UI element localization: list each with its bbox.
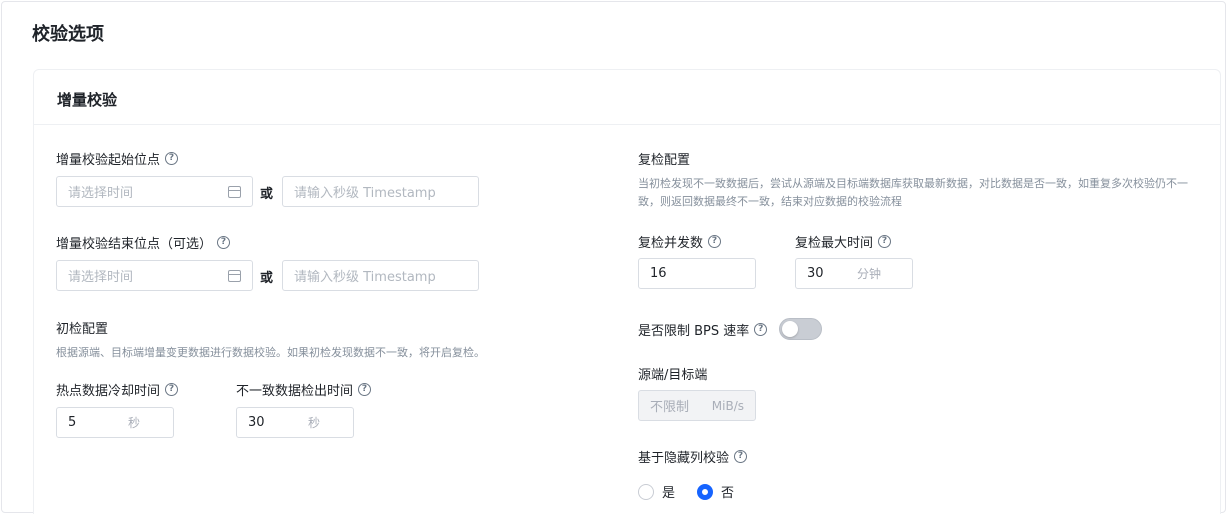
or-label: 或 [260,187,274,202]
initial-check-title: 初检配置 [56,322,109,337]
calendar-icon [228,185,241,198]
recheck-max-time-label: 复检最大时间 ? [795,232,892,251]
help-icon[interactable]: ? [358,383,372,396]
help-icon[interactable]: ? [708,235,722,248]
or-label: 或 [260,271,274,286]
card-title: 增量校验 [57,91,118,109]
recheck-max-time-input[interactable]: 30 分钟 [795,258,913,289]
toggle-knob [782,321,798,337]
src-dst-rate-input[interactable]: 不限制 MiB/s [638,390,756,421]
end-position-label: 增量校验结束位点（可选） ? [56,233,231,252]
end-timestamp-input[interactable]: 请输入秒级 Timestamp [282,260,479,291]
bps-limit-toggle[interactable] [779,318,822,340]
bps-limit-label: 是否限制 BPS 速率 ? [638,320,768,339]
card-header: 增量校验 [34,70,1220,125]
page-title: 校验选项 [32,24,104,45]
incremental-check-card: 增量校验 [33,69,1221,514]
end-time-picker[interactable]: 请选择时间 [56,260,253,291]
recheck-desc: 当初检发现不一致数据后，尝试从源端及目标端数据库获取最新数据，对比数据是否一致，… [638,177,1188,208]
hidden-col-radio-group: 是 否 [638,482,748,501]
src-dst-label: 源端/目标端 [638,368,708,383]
help-icon[interactable]: ? [217,236,231,249]
hot-cooldown-label: 热点数据冷却时间 ? [56,380,179,399]
help-icon[interactable]: ? [165,152,179,165]
recheck-concurrency-input[interactable]: 16 [638,258,756,289]
recheck-title: 复检配置 [638,153,691,168]
calendar-icon [228,269,241,282]
help-icon[interactable]: ? [878,235,892,248]
recheck-concurrency-label: 复检并发数 ? [638,232,722,251]
inconsistent-time-label: 不一致数据检出时间 ? [236,380,372,399]
start-position-label: 增量校验起始位点 ? [56,149,179,168]
help-icon[interactable]: ? [734,450,748,463]
hidden-col-label: 基于隐藏列校验 ? [638,447,748,466]
start-timestamp-input[interactable]: 请输入秒级 Timestamp [282,176,479,207]
options-panel: 校验选项 增量校验 增量校验起始位点 ? 请选择时间 或 请输入秒级 Times… [1,1,1226,514]
radio-yes[interactable] [638,483,654,500]
inconsistent-time-input[interactable]: 30 秒 [236,407,354,438]
help-icon[interactable]: ? [754,323,768,336]
start-time-picker[interactable]: 请选择时间 [56,176,253,207]
radio-no[interactable] [697,483,714,500]
help-icon[interactable]: ? [165,383,179,396]
initial-check-desc: 根据源端、目标端增量变更数据进行数据校验。如果初检发现数据不一致，将开启复检。 [56,346,485,359]
hot-cooldown-input[interactable]: 5 秒 [56,407,174,438]
